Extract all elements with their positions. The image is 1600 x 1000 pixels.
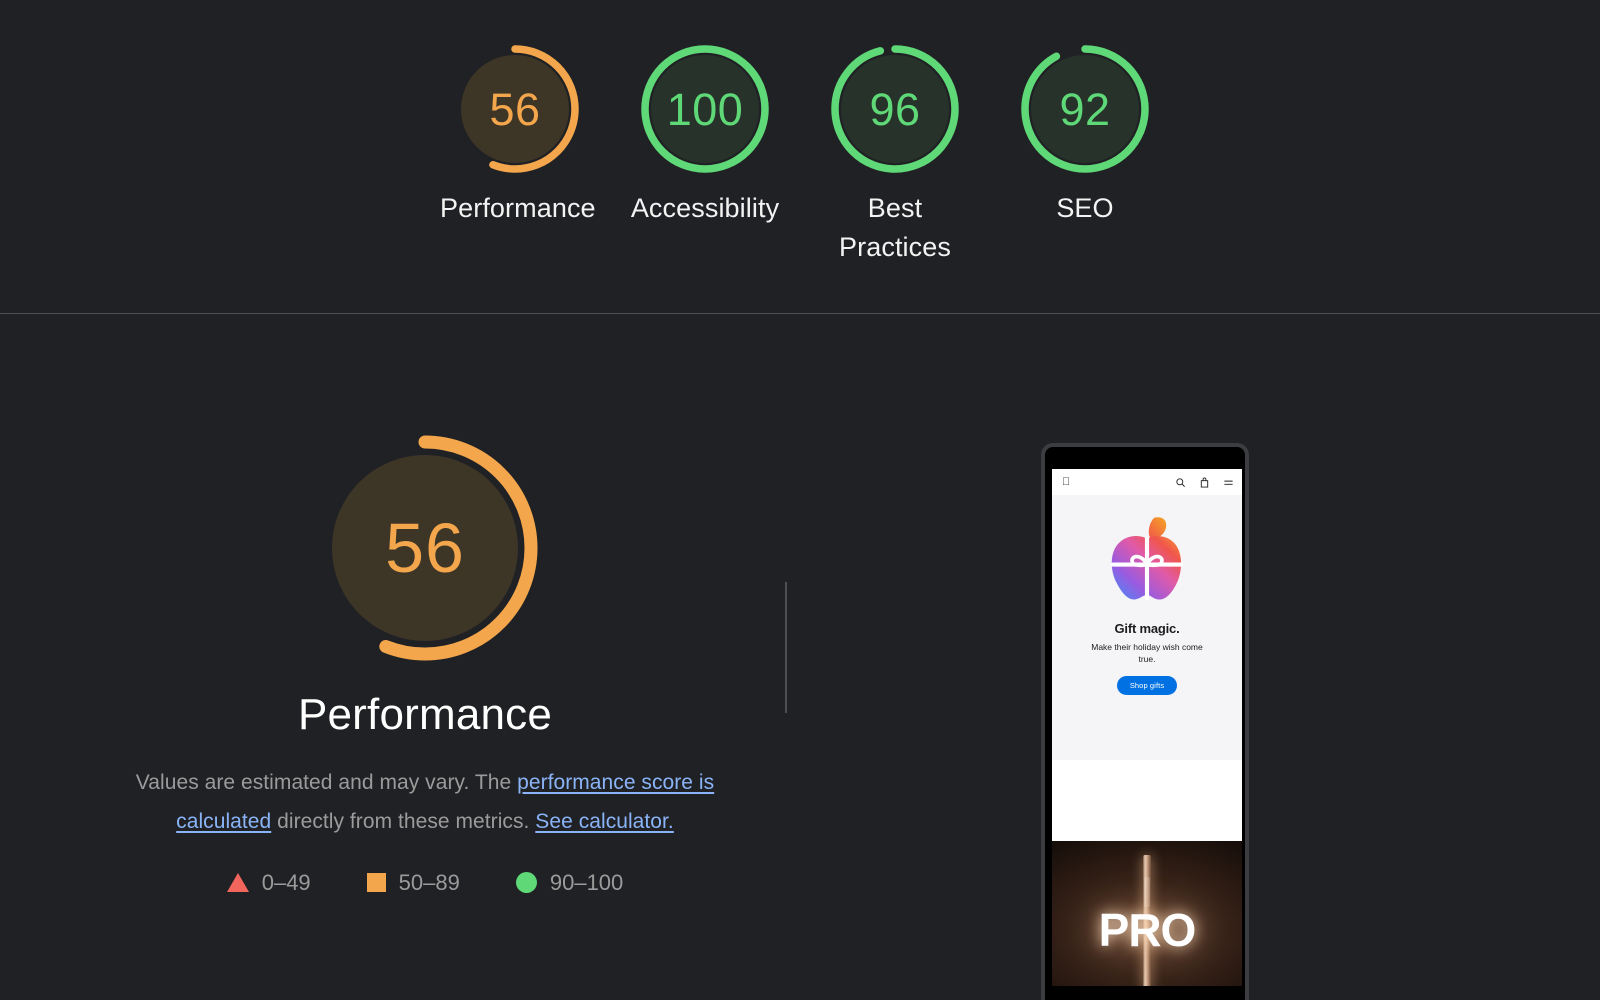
score-disclaimer: Values are estimated and may vary. The p… <box>110 764 740 842</box>
gauge-performance-large: 56 <box>301 424 549 672</box>
bag-icon <box>1200 477 1209 488</box>
hero-subtitle: Make their holiday wish come true. <box>1091 642 1203 665</box>
legend-item-average: 50–89 <box>366 869 460 896</box>
circle-icon <box>515 872 537 894</box>
disclaimer-text-1: Values are estimated and may vary. The <box>135 771 518 794</box>
screenshot-viewport:  <box>1052 469 1242 841</box>
score-summary-row: 56 Performance 100 Accessibility 96 Best… <box>0 0 1600 314</box>
search-icon <box>1176 477 1185 487</box>
page-title: Performance <box>297 690 553 739</box>
disclaimer-text-2: directly from these metrics. <box>271 809 536 833</box>
gauge-accessibility: 100 <box>634 38 776 180</box>
hero-section: Gift magic. Make their holiday wish come… <box>1052 495 1242 760</box>
score-label: Best Practices <box>839 193 951 263</box>
apple-logo-icon:  <box>1062 476 1070 488</box>
score-label: Accessibility <box>630 193 780 223</box>
gauge-value: 100 <box>666 83 744 135</box>
gauge-performance: 56 <box>444 38 586 180</box>
gauge-value: 92 <box>1059 83 1111 135</box>
gauge-seo: 92 <box>1014 38 1156 180</box>
see-calculator-link[interactable]: See calculator. <box>535 810 674 833</box>
pro-caption: PRO <box>1098 904 1197 956</box>
legend-item-pass: 90–100 <box>515 869 624 896</box>
gauge-value: 56 <box>489 83 541 135</box>
score-card-performance[interactable]: 56 Performance <box>420 38 610 228</box>
lighthouse-report: 56 Performance 100 Accessibility 96 Best… <box>0 0 1600 1000</box>
score-card-accessibility[interactable]: 100 Accessibility <box>610 38 800 228</box>
gauge-value: 96 <box>869 83 921 135</box>
gauge-value: 56 <box>385 509 465 587</box>
vertical-divider <box>785 582 787 713</box>
screenshot-lower-banner: PRO <box>1052 841 1242 986</box>
performance-detail-left: 56 Performance Values are estimated and … <box>95 424 755 896</box>
score-label: SEO <box>1056 193 1114 223</box>
page-screenshot-thumbnail[interactable]:  <box>1041 443 1249 1000</box>
apple-gift-logo-icon <box>1110 517 1184 601</box>
score-legend: 0–49 50–89 90–100 <box>226 869 624 896</box>
legend-label: 50–89 <box>398 869 460 895</box>
hero-title: Gift magic. <box>1114 621 1180 636</box>
gauge-best-practices: 96 <box>824 38 966 180</box>
shop-gifts-button[interactable]: Shop gifts <box>1116 675 1178 695</box>
score-card-seo[interactable]: 92 SEO <box>990 38 1180 228</box>
legend-label: 90–100 <box>549 869 624 895</box>
menu-icon <box>1224 480 1233 485</box>
performance-detail-section: 56 Performance Values are estimated and … <box>0 314 1600 1000</box>
score-card-best-practices[interactable]: 96 Best Practices <box>800 38 990 267</box>
triangle-icon <box>226 873 249 893</box>
site-nav-bar:  <box>1052 469 1242 495</box>
legend-label: 0–49 <box>261 869 311 895</box>
score-label: Performance <box>440 193 596 223</box>
legend-item-fail: 0–49 <box>226 869 311 896</box>
nav-icon-group <box>1175 469 1234 495</box>
square-icon <box>366 873 386 893</box>
